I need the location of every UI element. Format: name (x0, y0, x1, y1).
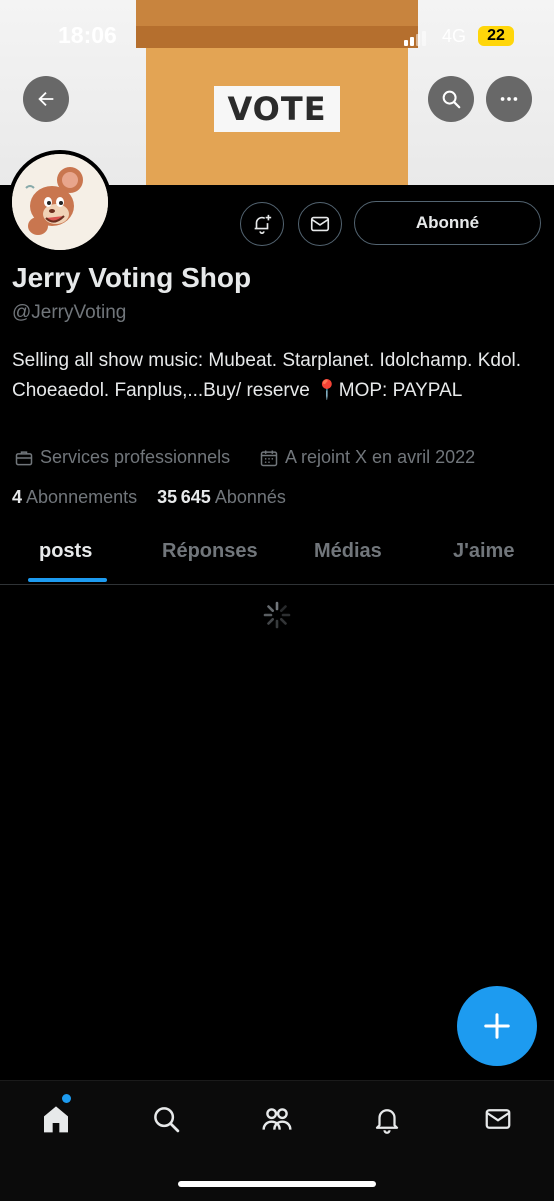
home-notification-dot (62, 1094, 71, 1103)
profile-name: Jerry Voting Shop (12, 262, 252, 293)
calendar-icon (260, 450, 278, 466)
vote-label: VOTE (214, 86, 340, 132)
profile-bio: Selling all show music: Mubeat. Starplan… (12, 350, 522, 401)
following-link[interactable]: 4 Abonnements (12, 487, 137, 507)
status-time: 18:06 (58, 22, 117, 48)
nav-messages[interactable] (480, 1101, 516, 1137)
message-button[interactable] (298, 202, 342, 246)
joined-label: A rejoint X en avril 2022 (285, 447, 476, 467)
briefcase-icon (15, 450, 33, 465)
loading-spinner-icon (263, 601, 291, 629)
tab-replies[interactable]: Réponses (162, 540, 258, 563)
profile-category: Services professionnels (14, 447, 230, 468)
profile-handle: @JerryVoting (12, 302, 127, 323)
tab-posts[interactable]: posts (39, 540, 92, 563)
network-type: 4G (442, 26, 467, 46)
more-button[interactable] (486, 76, 532, 122)
following-label: Abonnements (26, 487, 138, 507)
following-count: 4 (12, 487, 23, 507)
home-indicator[interactable] (178, 1181, 376, 1187)
followers-label: Abonnés (214, 487, 286, 507)
compose-post-button[interactable] (457, 986, 537, 1066)
notifications-icon (375, 1109, 399, 1134)
profile-tabs: posts Réponses Médias J'aime (0, 524, 554, 585)
active-tab-indicator (28, 578, 107, 582)
profile-joined: A rejoint X en avril 2022 (259, 447, 475, 468)
battery-indicator: 22 (478, 26, 514, 46)
nav-home[interactable] (38, 1101, 74, 1137)
plus-icon (484, 1013, 510, 1039)
back-button[interactable] (23, 76, 69, 122)
tab-media[interactable]: Médias (314, 540, 382, 563)
search-icon (442, 90, 461, 109)
more-horizontal-icon (500, 97, 518, 101)
search-icon (154, 1107, 180, 1133)
search-button[interactable] (428, 76, 474, 122)
envelope-icon (310, 216, 330, 232)
nav-communities[interactable] (259, 1101, 295, 1137)
arrow-left-icon (38, 91, 54, 107)
status-bar: 18:06 4G 22 (0, 0, 554, 72)
category-label: Services professionnels (40, 447, 231, 467)
nav-notifications[interactable] (369, 1101, 405, 1137)
messages-icon (485, 1109, 511, 1129)
avatar[interactable] (8, 150, 112, 254)
notify-button[interactable] (240, 202, 284, 246)
follow-counts: 4 Abonnements 35 645 Abonnés (12, 487, 286, 508)
bell-plus-icon (254, 214, 272, 234)
communities-icon (262, 1108, 292, 1130)
followers-count: 35 645 (157, 487, 211, 507)
nav-search[interactable] (148, 1101, 184, 1137)
home-icon (44, 1106, 68, 1133)
jerry-mouse-avatar-image (12, 154, 108, 250)
following-button[interactable]: Abonné (354, 201, 541, 245)
tab-likes[interactable]: J'aime (453, 540, 514, 563)
followers-link[interactable]: 35 645 Abonnés (157, 487, 286, 507)
